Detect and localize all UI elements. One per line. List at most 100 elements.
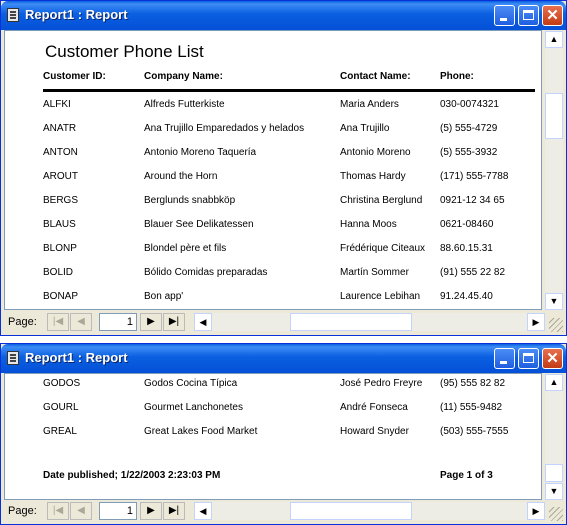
table-cell: Thomas Hardy [340,171,406,182]
resize-grip[interactable] [549,318,563,332]
scroll-down-button[interactable]: ▼ [545,483,563,500]
vertical-scrollbar[interactable]: ▲ ▼ [545,374,563,500]
prev-page-icon: ◀ [77,505,85,516]
scroll-up-button[interactable]: ▲ [545,31,563,48]
vertical-scrollbar[interactable]: ▲ ▼ [545,31,563,310]
horizontal-scrollbar[interactable]: ◀ ▶ [194,313,545,331]
page-label: Page: [8,316,37,328]
scroll-right-button[interactable]: ▶ [527,313,545,331]
table-cell: 030-0074321 [440,99,499,110]
first-page-button[interactable]: |◀ [47,313,69,331]
page-number-input[interactable]: 1 [99,502,137,520]
first-page-button[interactable]: |◀ [47,502,69,520]
record-navigation-bar: Page: |◀ ◀ 1 ▶ ▶| ◀ ▶ [4,312,563,332]
maximize-icon [523,353,534,363]
record-navigation-bar: Page: |◀ ◀ 1 ▶ ▶| ◀ ▶ [4,501,563,521]
report-window-1: Report1 : Report ✕ Customer Phone List C… [0,0,567,336]
minimize-button[interactable] [494,5,515,26]
prev-page-button[interactable]: ◀ [70,313,92,331]
scroll-thumb[interactable] [545,464,563,482]
table-cell: Around the Horn [144,171,218,182]
last-page-button[interactable]: ▶| [163,502,185,520]
scroll-up-icon: ▲ [549,377,559,387]
resize-grip[interactable] [549,507,563,521]
table-cell: 0621-08460 [440,219,494,230]
table-cell: 88.60.15.31 [440,243,493,254]
window-title: Report1 : Report [25,7,128,22]
maximize-button[interactable] [518,348,539,369]
table-cell: Blauer See Delikatessen [144,219,254,230]
report-preview: GODOS Godos Cocina Típica José Pedro Fre… [4,373,542,500]
title-bar[interactable]: Report1 : Report ✕ [1,344,566,373]
table-cell: (11) 555-9482 [440,402,503,413]
table-cell: BONAP [43,291,79,302]
table-cell: André Fonseca [340,402,408,413]
table-cell: GREAL [43,426,77,437]
first-page-icon: |◀ [52,505,64,516]
table-cell: ANATR [43,123,77,134]
close-button[interactable]: ✕ [542,5,563,26]
header-company-name: Company Name: [144,71,223,82]
table-cell: BLONP [43,243,77,254]
last-page-button[interactable]: ▶| [163,313,185,331]
table-cell: Bólido Comidas preparadas [144,267,268,278]
minimize-button[interactable] [494,348,515,369]
close-icon: ✕ [546,7,559,24]
scroll-down-icon: ▼ [549,296,559,306]
horizontal-scroll-thumb[interactable] [290,313,412,331]
table-cell: Blondel père et fils [144,243,227,254]
table-cell: Antonio Moreno [340,147,411,158]
prev-page-button[interactable]: ◀ [70,502,92,520]
scroll-left-icon: ◀ [199,317,207,327]
table-cell: Alfreds Futterkiste [144,99,225,110]
table-cell: Frédérique Citeaux [340,243,426,254]
horizontal-scroll-thumb[interactable] [290,502,412,520]
table-cell: (171) 555-7788 [440,171,509,182]
table-cell: Bon app' [144,291,184,302]
scroll-thumb[interactable] [545,93,563,139]
table-cell: 91.24.45.40 [440,291,493,302]
table-cell: Christina Berglund [340,195,423,206]
table-cell: (95) 555 82 82 [440,378,506,389]
minimize-icon [500,361,507,364]
next-page-icon: ▶ [147,316,155,327]
table-cell: Martín Sommer [340,267,409,278]
scroll-left-button[interactable]: ◀ [194,313,212,331]
report-icon[interactable] [7,351,19,365]
table-cell: AROUT [43,171,78,182]
maximize-button[interactable] [518,5,539,26]
table-cell: Hanna Moos [340,219,397,230]
close-button[interactable]: ✕ [542,348,563,369]
table-cell: Maria Anders [340,99,399,110]
first-page-icon: |◀ [52,316,64,327]
page-count: Page 1 of 3 [440,470,493,481]
horizontal-scrollbar[interactable]: ◀ ▶ [194,502,545,520]
report-icon[interactable] [7,8,19,22]
scroll-down-button[interactable]: ▼ [545,293,563,310]
header-contact-name: Contact Name: [340,71,411,82]
table-cell: GOURL [43,402,79,413]
table-cell: Howard Snyder [340,426,409,437]
scroll-up-icon: ▲ [549,34,559,44]
table-cell: ALFKI [43,99,71,110]
table-cell: BERGS [43,195,79,206]
report-window-2: Report1 : Report ✕ GODOS Godos Cocina Tí… [0,343,567,525]
scroll-left-icon: ◀ [199,506,207,516]
next-page-button[interactable]: ▶ [140,502,162,520]
scroll-right-button[interactable]: ▶ [527,502,545,520]
table-cell: BOLID [43,267,74,278]
minimize-icon [500,18,507,21]
maximize-icon [523,10,534,20]
page-label: Page: [8,505,37,517]
table-cell: Ana Trujillo Emparedados y helados [144,123,305,134]
page-number-input[interactable]: 1 [99,313,137,331]
title-bar[interactable]: Report1 : Report ✕ [1,1,566,30]
table-cell: (503) 555-7555 [440,426,509,437]
table-cell: Great Lakes Food Market [144,426,258,437]
scroll-right-icon: ▶ [532,506,540,516]
scroll-left-button[interactable]: ◀ [194,502,212,520]
next-page-button[interactable]: ▶ [140,313,162,331]
header-customer-id: Customer ID: [43,71,106,82]
scroll-right-icon: ▶ [532,317,540,327]
scroll-up-button[interactable]: ▲ [545,374,563,391]
